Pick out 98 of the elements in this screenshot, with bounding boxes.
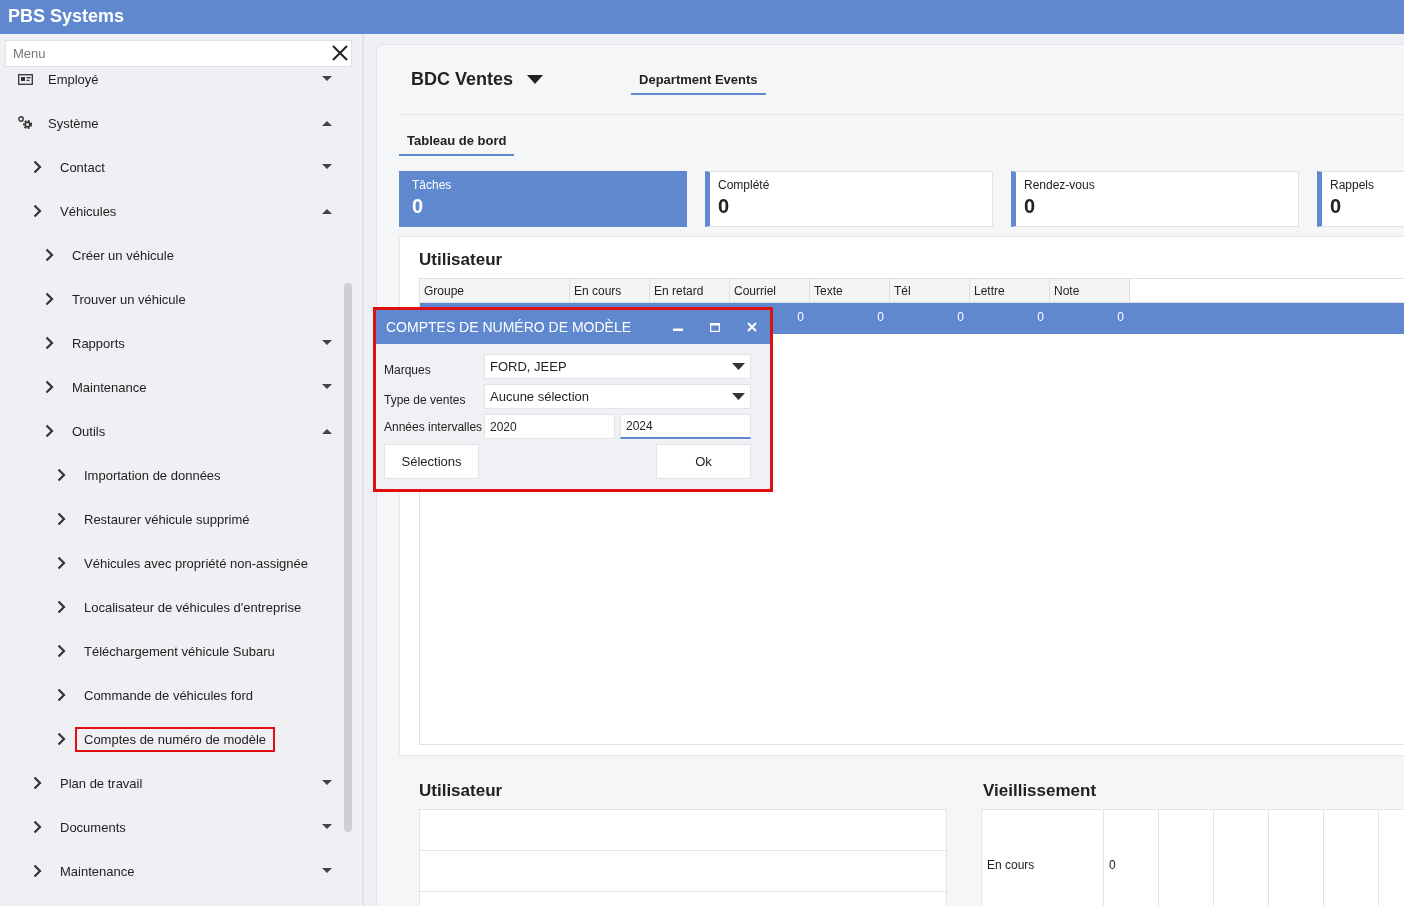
page-title: BDC Ventes (411, 69, 514, 90)
chevron-right-icon[interactable] (57, 732, 66, 746)
column-header[interactable]: Note (1050, 279, 1130, 303)
menu-item[interactable]: Importation de données (84, 467, 221, 483)
dropdown-caret-icon[interactable] (732, 363, 745, 370)
menu-item[interactable]: Commande de véhicules ford (84, 687, 254, 703)
chevron-right-icon[interactable] (57, 600, 66, 614)
stat-card[interactable]: Complété 0 (705, 171, 993, 227)
close-icon[interactable] (332, 45, 348, 61)
menu-item[interactable]: Employé (48, 71, 99, 87)
stat-label: Tâches (412, 178, 453, 192)
column-header[interactable]: En retard (650, 279, 730, 303)
chevron-right-icon[interactable] (33, 204, 42, 218)
caret-down-icon[interactable] (322, 780, 332, 786)
chevron-right-icon[interactable] (45, 424, 54, 438)
table-cell: 0 (877, 310, 884, 324)
caret-up-icon[interactable] (322, 208, 332, 214)
menu-item[interactable]: Véhicules avec propriété non-assignée (84, 555, 309, 571)
chevron-right-icon[interactable] (33, 864, 42, 878)
section-title: Vieillissement (982, 780, 1098, 802)
menu-item[interactable]: Rapports (72, 335, 125, 351)
stat-card[interactable]: Tâches 0 (399, 171, 687, 227)
menu-item[interactable]: Trouver un véhicule (72, 291, 186, 307)
column-header[interactable]: Tél (890, 279, 970, 303)
menu-item[interactable]: Restaurer véhicule supprimé (84, 511, 250, 527)
chevron-right-icon[interactable] (57, 644, 66, 658)
table-cell: 0 (957, 310, 964, 324)
dialog-button[interactable]: Sélections (384, 444, 479, 479)
menu-item[interactable]: Système (48, 115, 99, 131)
section-title: Utilisateur (419, 249, 504, 271)
table-cell: 0 (1117, 310, 1124, 324)
field-label: Années intervalles (384, 419, 484, 434)
stat-label: Rappels (1330, 178, 1376, 192)
dialog-button[interactable]: Ok (656, 444, 751, 479)
menu-item[interactable]: Créer un véhicule (72, 247, 174, 263)
tab[interactable]: Tableau de bord (399, 126, 515, 156)
menu-item[interactable]: Maintenance (72, 379, 147, 395)
table-cell: 0 (1109, 858, 1116, 872)
stat-value: 0 (1024, 195, 1037, 218)
chevron-right-icon[interactable] (33, 820, 42, 834)
gears-icon (18, 116, 33, 130)
stat-value: 0 (718, 195, 731, 218)
menu-item[interactable]: Outils (72, 423, 106, 439)
chevron-right-icon[interactable] (45, 336, 54, 350)
caret-down-icon[interactable] (322, 868, 332, 874)
menu-item[interactable]: Véhicules (60, 203, 117, 219)
chevron-right-icon[interactable] (45, 380, 54, 394)
year-input[interactable]: 2024 (620, 414, 751, 439)
caret-down-icon[interactable] (322, 824, 332, 830)
dropdown-caret-icon[interactable] (527, 75, 544, 84)
table-cell: En cours (987, 858, 1035, 872)
caret-up-icon[interactable] (322, 120, 332, 126)
chevron-right-icon[interactable] (57, 556, 66, 570)
dropdown-caret-icon[interactable] (732, 393, 745, 400)
field-label: Marques (384, 361, 432, 377)
caret-down-icon[interactable] (322, 384, 332, 390)
chevron-right-icon[interactable] (57, 512, 66, 526)
table-cell: 0 (797, 310, 804, 324)
menu-item[interactable]: Documents (60, 819, 126, 835)
section-title: Utilisateur (419, 780, 504, 802)
column-header[interactable]: En cours (570, 279, 650, 303)
column-header[interactable]: Groupe (420, 279, 570, 303)
chevron-right-icon[interactable] (45, 292, 54, 306)
stat-label: Complété (718, 178, 771, 192)
chevron-right-icon[interactable] (45, 248, 54, 262)
menu-item[interactable]: Téléchargement véhicule Subaru (84, 643, 275, 659)
column-header[interactable]: Texte (810, 279, 890, 303)
caret-up-icon[interactable] (322, 428, 332, 434)
menu-item[interactable]: Localisateur de véhicules d'entreprise (84, 599, 302, 615)
caret-down-icon[interactable] (322, 340, 332, 346)
dropdown-field[interactable]: Aucune sélection (484, 384, 751, 409)
tab[interactable]: Department Events (631, 64, 766, 95)
caret-down-icon[interactable] (322, 76, 332, 82)
field-label: Type de ventes (384, 391, 467, 407)
caret-down-icon[interactable] (322, 164, 332, 170)
stat-label: Rendez-vous (1024, 178, 1096, 192)
stat-card[interactable]: Rappels 0 (1317, 171, 1404, 227)
id-card-icon (18, 73, 33, 85)
table-cell: 0 (1037, 310, 1044, 324)
chevron-right-icon[interactable] (57, 468, 66, 482)
menu-item[interactable]: Comptes de numéro de modèle (75, 726, 276, 752)
menu-item[interactable]: Contact (60, 159, 105, 175)
chevron-right-icon[interactable] (57, 688, 66, 702)
chevron-right-icon[interactable] (33, 776, 42, 790)
app-title: PBS Systems (7, 5, 126, 28)
menu-item[interactable]: Maintenance (60, 863, 135, 879)
year-input[interactable]: 2020 (484, 414, 615, 439)
stat-value: 0 (412, 195, 425, 218)
chevron-right-icon[interactable] (33, 160, 42, 174)
maximize-icon[interactable] (710, 322, 720, 332)
stat-value: 0 (1330, 195, 1343, 218)
menu-item[interactable]: Plan de travail (60, 775, 143, 791)
stat-card[interactable]: Rendez-vous 0 (1011, 171, 1299, 227)
column-header[interactable]: Courriel (730, 279, 810, 303)
scrollbar-thumb[interactable] (344, 283, 352, 832)
menu-search-field[interactable]: Menu (5, 40, 352, 67)
dropdown-field[interactable]: FORD, JEEP (484, 354, 751, 379)
column-header[interactable]: Lettre (970, 279, 1050, 303)
